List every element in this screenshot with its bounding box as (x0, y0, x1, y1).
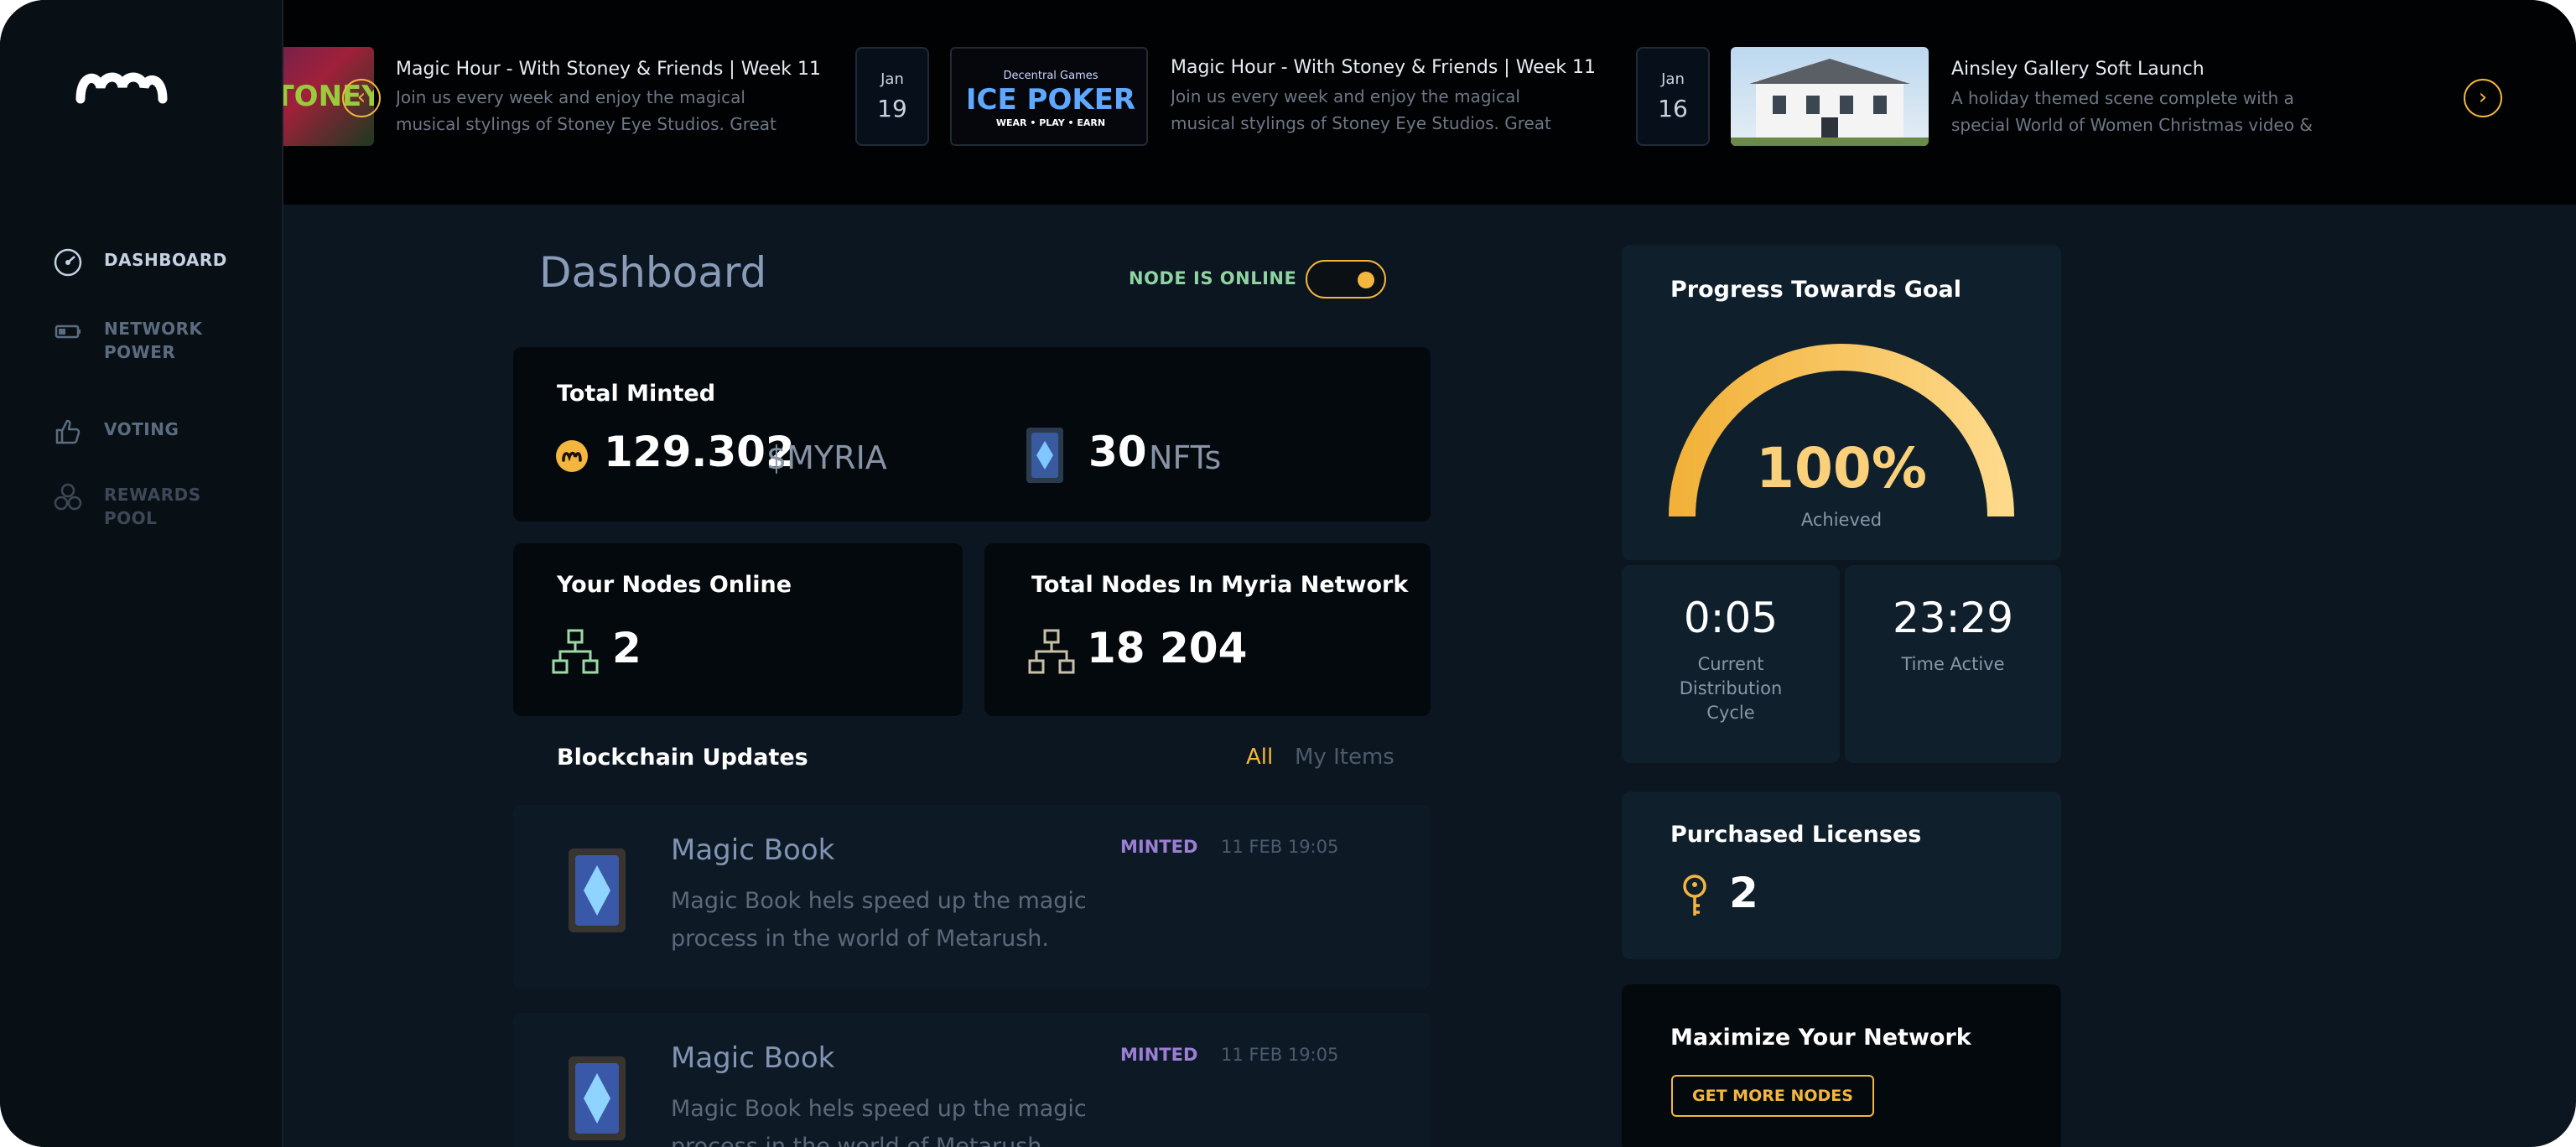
update-title: Magic Book (671, 833, 835, 867)
card-title: Your Nodes Online (557, 572, 792, 598)
update-timestamp: 11 FEB 19:05 (1221, 1045, 1339, 1065)
event-month: Jan (880, 70, 904, 88)
event-thumbnail[interactable]: Decentral Games ICE POKER WEAR • PLAY • … (950, 47, 1148, 146)
time-active-card: 23:29 Time Active (1845, 565, 2061, 763)
coins-icon (54, 483, 82, 511)
sidebar-item-rewards-pool[interactable]: REWARDS POOL (52, 483, 238, 530)
event-date: Jan 16 (1636, 47, 1710, 146)
network-nodes-icon (1028, 629, 1075, 674)
event-description: A holiday themed scene complete with a s… (1951, 88, 2313, 135)
filter-all-tab[interactable]: All (1246, 745, 1273, 770)
node-status-label: NODE IS ONLINE (1129, 268, 1297, 288)
cycle-label: Current Distribution Cycle (1679, 654, 1783, 723)
event-thumbnail[interactable] (1731, 47, 1929, 146)
progress-label: Achieved (1800, 510, 1883, 530)
total-nodes-count: 18 204 (1087, 624, 1248, 672)
progress-value: 100% (1756, 436, 1927, 501)
nft-book-icon (1026, 428, 1063, 483)
event-description: Join us every week and enjoy the magical… (396, 87, 776, 134)
carousel-prev-button[interactable]: ‹ (342, 79, 381, 117)
section-title: Blockchain Updates (557, 745, 808, 771)
magic-book-icon (569, 849, 626, 932)
time-active-label: Time Active (1901, 654, 2005, 674)
update-title: Magic Book (671, 1041, 835, 1075)
licenses-count: 2 (1729, 869, 1758, 917)
update-item[interactable]: Magic Book Magic Book hels speed up the … (513, 805, 1431, 989)
thumb-title: ICE POKER (966, 83, 1135, 117)
event-date: Jan 19 (855, 47, 929, 146)
myria-token-icon (556, 440, 588, 472)
magic-book-icon (569, 1056, 626, 1140)
event-title[interactable]: Ainsley Gallery Soft Launch (1951, 59, 2205, 80)
get-more-nodes-button[interactable]: GET MORE NODES (1671, 1075, 1874, 1117)
sidebar-item-label: DASHBOARD (104, 250, 227, 270)
event-title[interactable]: Magic Hour - With Stoney & Friends | Wee… (1171, 57, 1596, 78)
update-status-badge: MINTED (1120, 1045, 1198, 1065)
event-day: 19 (877, 95, 907, 122)
app-window: STONEY Magic Hour - With Stoney & Friend… (0, 0, 2576, 1147)
battery-icon (55, 324, 80, 339)
total-nodes-card: Total Nodes In Myria Network 18 204 (984, 543, 1431, 716)
update-description: Magic Book hels speed up the magic proce… (671, 888, 1087, 952)
your-nodes-card: Your Nodes Online 2 (513, 543, 963, 716)
time-active-value: 23:29 (1892, 594, 2014, 642)
myria-logo[interactable] (75, 65, 168, 104)
sidebar-item-dashboard[interactable]: DASHBOARD (52, 248, 238, 278)
sidebar-item-label: REWARDS POOL (104, 485, 201, 528)
sidebar-item-voting[interactable]: VOTING (52, 418, 238, 448)
update-description: Magic Book hels speed up the magic proce… (671, 1096, 1087, 1147)
progress-card: Progress Towards Goal 100% Achieved (1622, 245, 2061, 560)
thumb-subtitle: WEAR • PLAY • EARN (996, 117, 1105, 128)
distribution-cycle-card: 0:05 Current Distribution Cycle (1622, 565, 1840, 763)
card-title: Total Minted (557, 381, 716, 407)
sidebar-item-label: NETWORK POWER (104, 319, 203, 362)
card-title: Total Nodes In Myria Network (1031, 572, 1409, 598)
gallery-house-art (1731, 59, 1929, 146)
events-carousel: STONEY Magic Hour - With Stoney & Friend… (0, 0, 2576, 205)
nft-unit: NFTs (1149, 439, 1222, 476)
network-nodes-icon (552, 629, 599, 674)
event-title[interactable]: Magic Hour - With Stoney & Friends | Wee… (396, 59, 821, 80)
your-nodes-count: 2 (612, 624, 641, 672)
nft-count: 30 (1088, 428, 1147, 476)
licenses-card: Purchased Licenses 2 (1622, 791, 2061, 959)
thumbs-up-icon (55, 419, 80, 444)
update-item[interactable]: Magic Book Magic Book hels speed up the … (513, 1013, 1431, 1147)
filter-my-items-tab[interactable]: My Items (1295, 745, 1394, 770)
total-minted-card: Total Minted 129.302 $MYRIA 30 NFTs (513, 347, 1431, 522)
thumb-brand: Decentral Games (1003, 70, 1098, 82)
card-title: Progress Towards Goal (1670, 277, 1961, 303)
event-month: Jan (1661, 70, 1685, 88)
dashboard-gauge-icon (54, 248, 82, 277)
update-timestamp: 11 FEB 19:05 (1221, 837, 1339, 857)
minted-currency: $MYRIA (766, 439, 887, 476)
sidebar-item-network-power[interactable]: NETWORK POWER (52, 317, 238, 364)
sidebar-item-label: VOTING (104, 419, 179, 439)
key-icon (1683, 875, 1706, 916)
carousel-next-button[interactable]: › (2464, 79, 2502, 117)
ice-poker-art: Decentral Games ICE POKER WEAR • PLAY • … (966, 70, 1135, 128)
toggle-knob (1358, 272, 1374, 288)
update-status-badge: MINTED (1120, 837, 1198, 857)
card-title: Purchased Licenses (1670, 822, 1922, 848)
sidebar: DASHBOARD NETWORK POWER VOTING REWARDS P… (0, 0, 283, 1147)
node-online-toggle[interactable] (1306, 260, 1386, 298)
page-title: Dashboard (539, 248, 767, 297)
event-description: Join us every week and enjoy the magical… (1171, 86, 1551, 133)
card-title: Maximize Your Network (1670, 1025, 1971, 1051)
cycle-value: 0:05 (1683, 594, 1779, 642)
maximize-card: Maximize Your Network (1622, 984, 2061, 1147)
event-day: 16 (1658, 95, 1688, 122)
